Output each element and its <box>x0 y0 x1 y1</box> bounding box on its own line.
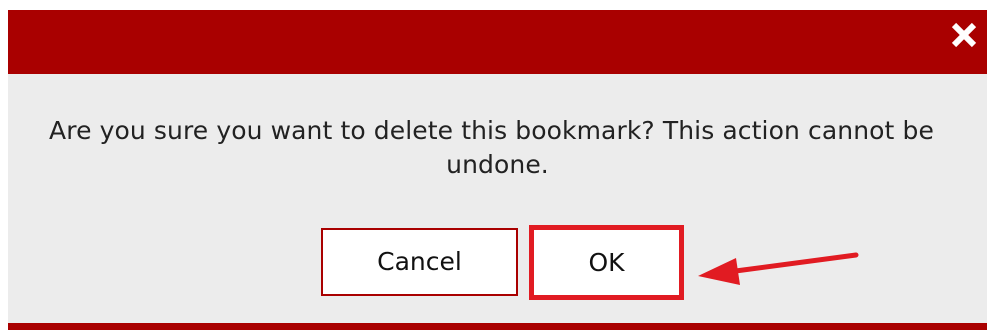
dialog-titlebar <box>8 10 987 74</box>
close-icon <box>951 22 977 48</box>
cancel-button[interactable]: Cancel <box>321 228 518 296</box>
close-button[interactable] <box>949 20 979 50</box>
message-line-2: undone. <box>446 150 549 179</box>
delete-bookmark-dialog: Are you sure you want to delete this boo… <box>8 10 987 330</box>
message-line-1: Are you sure you want to delete this boo… <box>49 116 934 145</box>
annotation-arrow-icon <box>698 252 859 285</box>
ok-button[interactable]: OK <box>529 225 684 300</box>
dialog-bottom-bar <box>8 323 987 330</box>
confirmation-message: Are you sure you want to delete this boo… <box>8 114 987 182</box>
